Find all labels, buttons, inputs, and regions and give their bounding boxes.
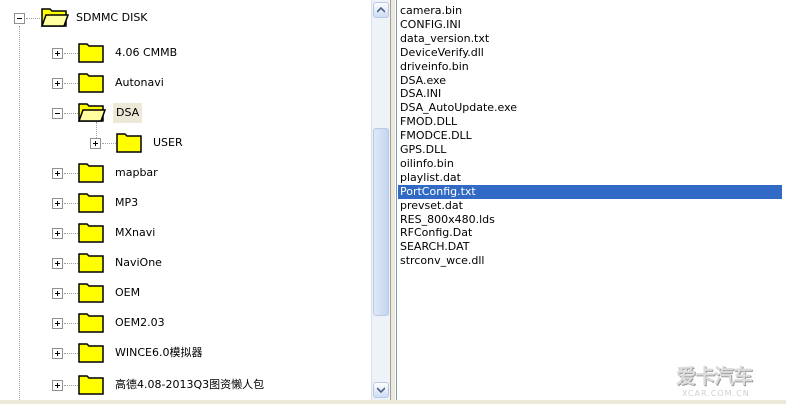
- tree-item-label[interactable]: WINCE6.0模拟器: [113, 345, 204, 361]
- folder-open-icon: [41, 8, 69, 27]
- expand-toggle[interactable]: [52, 318, 63, 329]
- file-item[interactable]: camera.bin: [398, 4, 464, 18]
- tree-item-label[interactable]: MXnavi: [113, 225, 157, 241]
- file-list: camera.bin CONFIG.INI data_version.txt Devi…: [396, 0, 786, 400]
- tree-connector: [64, 203, 78, 204]
- scroll-up-button[interactable]: [373, 2, 389, 18]
- tree-connector: [64, 233, 78, 234]
- file-item[interactable]: prevset.dat: [398, 199, 465, 213]
- tree-item-label[interactable]: 4.06 CMMB: [113, 45, 179, 61]
- folder-icon: [78, 343, 104, 363]
- expand-toggle[interactable]: [52, 348, 63, 359]
- folder-open-icon: [78, 103, 106, 122]
- expand-toggle[interactable]: [52, 168, 63, 179]
- tree-item-label[interactable]: OEM: [113, 285, 142, 301]
- tree-item-label[interactable]: Autonavi: [113, 75, 166, 91]
- tree-connector: [64, 353, 78, 354]
- folder-tree: SDMMC DISK 4.06 CMMB Autonavi DSA USER mapba…: [0, 0, 371, 400]
- tree-connector: [64, 53, 78, 54]
- watermark-url: XCAR.COM.CN: [682, 389, 750, 398]
- folder-icon: [78, 163, 104, 183]
- file-item[interactable]: DeviceVerify.dll: [398, 46, 486, 60]
- folder-icon: [78, 223, 104, 243]
- file-item[interactable]: GPS.DLL: [398, 143, 448, 157]
- file-item[interactable]: oilinfo.bin: [398, 157, 456, 171]
- chevron-down-icon: [377, 387, 385, 393]
- folder-icon: [116, 133, 142, 153]
- tree-connector: [64, 83, 78, 84]
- expand-toggle[interactable]: [90, 138, 101, 149]
- tree-item-label[interactable]: DSA: [113, 103, 143, 123]
- file-item[interactable]: RFConfig.Dat: [398, 226, 474, 240]
- file-item-selected[interactable]: PortConfig.txt: [398, 184, 782, 199]
- expand-toggle[interactable]: [52, 380, 63, 391]
- scroll-thumb[interactable]: [373, 128, 389, 316]
- collapse-toggle[interactable]: [52, 108, 63, 119]
- tree-item-label[interactable]: OEM2.03: [113, 315, 167, 331]
- expand-toggle[interactable]: [52, 258, 63, 269]
- tree-item-label[interactable]: USER: [151, 135, 185, 151]
- tree-connector: [64, 323, 78, 324]
- window-bottom-edge: [0, 400, 786, 404]
- tree-connector: [26, 18, 40, 19]
- expand-toggle[interactable]: [52, 228, 63, 239]
- tree-connector: [64, 173, 78, 174]
- expand-toggle[interactable]: [52, 288, 63, 299]
- tree-connector: [64, 113, 78, 114]
- tree-item-label[interactable]: 高德4.08-2013Q3图资懒人包: [113, 377, 266, 393]
- tree-item-label[interactable]: MP3: [113, 195, 140, 211]
- tree-connector: [64, 385, 78, 386]
- file-item[interactable]: DSA_AutoUpdate.exe: [398, 101, 519, 115]
- folder-icon: [78, 43, 104, 63]
- file-item[interactable]: FMODCE.DLL: [398, 129, 474, 143]
- file-item[interactable]: strconv_wce.dll: [398, 254, 487, 268]
- tree-vertical-scrollbar[interactable]: [371, 0, 390, 400]
- folder-icon: [78, 283, 104, 303]
- file-item[interactable]: playlist.dat: [398, 171, 463, 185]
- tree-connector: [102, 143, 116, 144]
- watermark-logo: 爱卡汽车: [676, 364, 753, 388]
- tree-line-root: [19, 26, 20, 400]
- folder-icon: [78, 313, 104, 333]
- file-item[interactable]: DSA.exe: [398, 74, 448, 88]
- root-collapse-toggle[interactable]: [14, 13, 25, 24]
- chevron-up-icon: [377, 7, 385, 13]
- file-item[interactable]: data_version.txt: [398, 32, 491, 46]
- tree-item-label[interactable]: NaviOne: [113, 255, 164, 271]
- expand-toggle[interactable]: [52, 198, 63, 209]
- tree-connector: [64, 263, 78, 264]
- file-item[interactable]: driveinfo.bin: [398, 60, 471, 74]
- folder-icon: [78, 253, 104, 273]
- expand-toggle[interactable]: [52, 78, 63, 89]
- folder-icon: [78, 375, 104, 395]
- scroll-down-button[interactable]: [373, 382, 389, 398]
- tree-label-root[interactable]: SDMMC DISK: [74, 10, 150, 26]
- folder-icon: [78, 193, 104, 213]
- file-item[interactable]: SEARCH.DAT: [398, 240, 471, 254]
- file-item[interactable]: RES_800x480.lds: [398, 213, 497, 227]
- file-item[interactable]: DSA.INI: [398, 87, 443, 101]
- expand-toggle[interactable]: [52, 48, 63, 59]
- tree-item-label[interactable]: mapbar: [113, 165, 160, 181]
- file-item[interactable]: CONFIG.INI: [398, 18, 463, 32]
- folder-icon: [78, 73, 104, 93]
- tree-connector: [64, 293, 78, 294]
- file-item[interactable]: FMOD.DLL: [398, 115, 459, 129]
